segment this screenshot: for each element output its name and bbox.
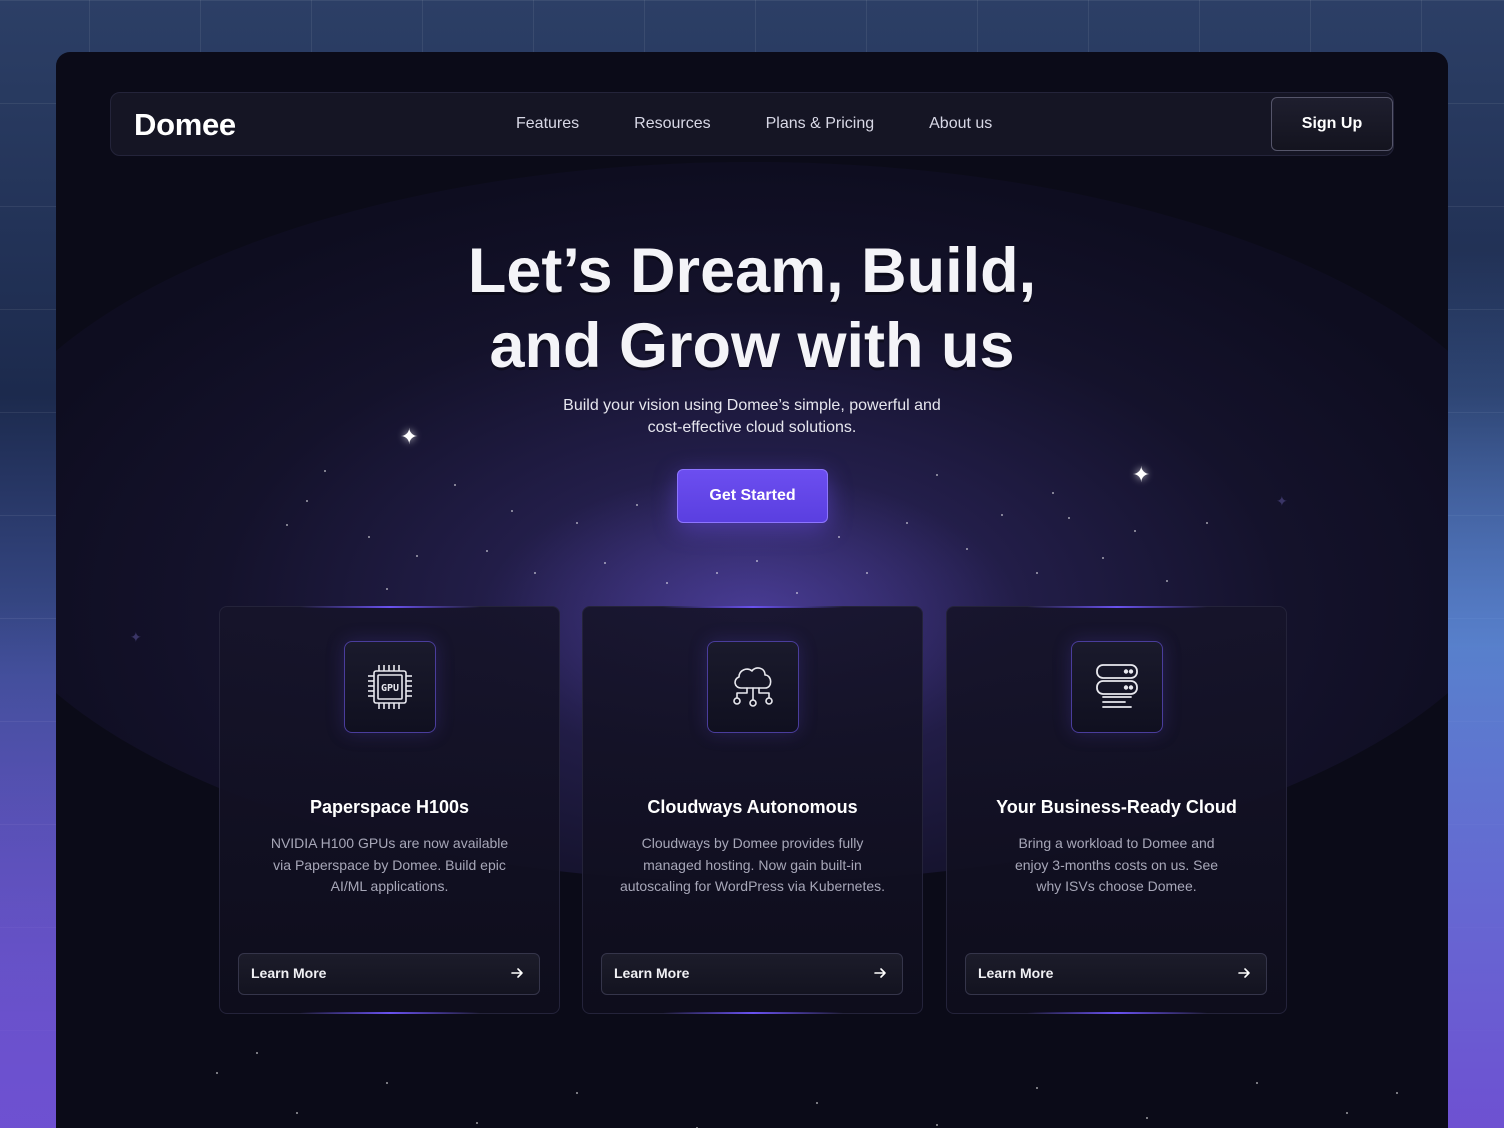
learn-more-button[interactable]: Learn More [601, 953, 903, 995]
card-title: Your Business-Ready Cloud [996, 797, 1237, 817]
card-desc-line: managed hosting. Now gain built-in [643, 856, 862, 873]
card-desc-line: why ISVs choose Domee. [1036, 878, 1197, 894]
card-title: Paperspace H100s [309, 797, 470, 817]
card-top-accent [300, 606, 480, 608]
card-top-accent [1027, 606, 1207, 608]
sign-up-button[interactable]: Sign Up [1271, 97, 1393, 151]
nav-link-about-us[interactable]: About us [929, 115, 992, 133]
sparkle-dim-icon: ✦ [130, 629, 142, 645]
nav-link-resources[interactable]: Resources [634, 115, 710, 133]
sparkle-dim-icon: ✦ [1276, 493, 1288, 509]
feature-card-paperspace: GPU Paperspace H100s NVIDIA H100 GPUs ar… [219, 606, 560, 1014]
learn-more-label: Learn More [978, 965, 1054, 981]
card-description: Bring a workload to Domee and enjoy 3-mo… [987, 833, 1246, 898]
gpu-icon-text: GPU [381, 683, 399, 694]
sparkle-icon: ✦ [400, 424, 419, 449]
hero-subtitle: Build your vision using Domee’s simple, … [542, 395, 962, 439]
learn-more-label: Learn More [251, 965, 327, 981]
hero-subtitle-line2: cost-effective cloud solutions. [647, 419, 857, 436]
background-glow-left [0, 600, 60, 1128]
arrow-right-icon [1238, 968, 1250, 978]
card-desc-line: autoscaling for WordPress via Kubernetes… [619, 878, 886, 894]
arrow-right-icon [511, 968, 523, 978]
card-description: NVIDIA H100 GPUs are now available via P… [260, 833, 519, 898]
card-bottom-accent [663, 1012, 843, 1014]
top-navbar: Domee Features Resources Plans & Pricing… [110, 92, 1394, 156]
arrow-right-icon [874, 968, 886, 978]
hero-subtitle-line1: Build your vision using Domee’s simple, … [563, 397, 941, 414]
card-bottom-accent [300, 1012, 480, 1014]
nav-link-plans-pricing[interactable]: Plans & Pricing [766, 115, 875, 133]
learn-more-button[interactable]: Learn More [238, 953, 540, 995]
hero-title-line2: and Grow with us [489, 311, 1015, 381]
card-desc-line: NVIDIA H100 GPUs are now available [270, 835, 509, 851]
gpu-chip-icon: GPU [368, 665, 412, 709]
card-icon-box [1071, 641, 1163, 733]
nav-links: Features Resources Plans & Pricing About… [516, 93, 1047, 155]
sparkle-icon: ✦ [1132, 462, 1151, 487]
card-icon-box: GPU [344, 641, 436, 733]
learn-more-button[interactable]: Learn More [965, 953, 1267, 995]
card-icon-box [707, 641, 799, 733]
card-title: Cloudways Autonomous [647, 797, 858, 817]
nav-link-features[interactable]: Features [516, 115, 579, 133]
card-description: Cloudways by Domee provides fully manage… [603, 833, 902, 898]
card-desc-line: Cloudways by Domee provides fully [641, 835, 864, 851]
feature-card-business-cloud: Your Business-Ready Cloud Bring a worklo… [946, 606, 1287, 1014]
hero-title: Let’s Dream, Build, and Grow with us [56, 234, 1448, 384]
server-stack-icon [1096, 664, 1138, 708]
page-frame: ✦ ✦ ✦ ✦ Domee Features Resources Plans &… [56, 52, 1448, 1128]
card-desc-line: via Paperspace by Domee. Build epic [273, 856, 506, 873]
cloud-network-icon [733, 667, 773, 707]
feature-card-cloudways: Cloudways Autonomous Cloudways by Domee … [582, 606, 923, 1014]
background-glow-right [1444, 250, 1504, 1128]
card-top-accent [663, 606, 843, 608]
card-desc-line: enjoy 3-months costs on us. See [1014, 856, 1219, 873]
get-started-button[interactable]: Get Started [677, 469, 828, 523]
hero-title-line1: Let’s Dream, Build, [467, 236, 1037, 306]
card-desc-line: Bring a workload to Domee and [1018, 835, 1215, 851]
brand-logo[interactable]: Domee [134, 107, 236, 143]
learn-more-label: Learn More [614, 965, 690, 981]
card-desc-line: AI/ML applications. [330, 878, 449, 894]
card-bottom-accent [1027, 1012, 1207, 1014]
